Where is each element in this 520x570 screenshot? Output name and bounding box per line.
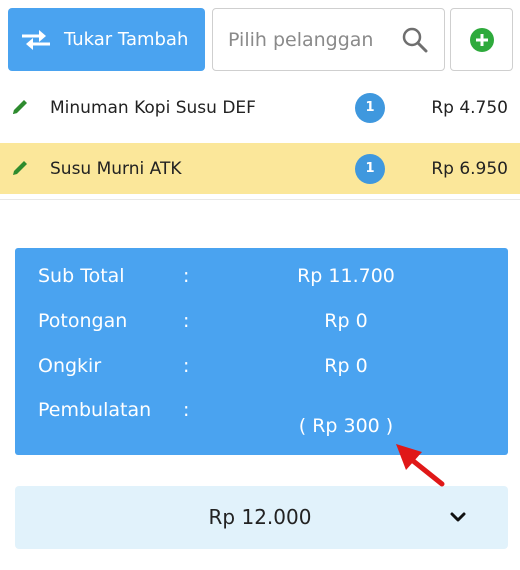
- colon: :: [183, 399, 190, 421]
- customer-search-input[interactable]: [228, 28, 400, 51]
- trade-in-label: Tukar Tambah: [64, 29, 189, 50]
- grand-total-dropdown[interactable]: Rp 12.000: [15, 486, 508, 549]
- subtotal-value: Rp 11.700: [297, 265, 395, 287]
- item-name: Minuman Kopi Susu DEF: [50, 97, 256, 118]
- chevron-down-icon[interactable]: [449, 508, 467, 526]
- annotation-arrow: [396, 444, 445, 487]
- grand-total-amount: Rp 12.000: [208, 505, 312, 529]
- top-toolbar: Tukar Tambah: [0, 0, 520, 80]
- item-price: Rp 6.950: [431, 158, 508, 179]
- pencil-icon[interactable]: [10, 158, 30, 178]
- divider: [0, 199, 520, 200]
- customer-search[interactable]: [212, 8, 445, 71]
- colon: :: [183, 355, 190, 377]
- subtotal-label: Sub Total: [38, 265, 125, 287]
- summary-panel: Sub Total : Rp 11.700 Potongan : Rp 0 On…: [15, 248, 508, 455]
- quantity-badge: 1: [355, 92, 385, 123]
- cart-item-selected[interactable]: Susu Murni ATK 1 Rp 6.950: [0, 143, 520, 194]
- item-price: Rp 4.750: [431, 97, 508, 118]
- search-icon[interactable]: [402, 27, 428, 53]
- discount-value: Rp 0: [324, 310, 368, 332]
- shipping-value: Rp 0: [324, 355, 368, 377]
- trade-in-button[interactable]: Tukar Tambah: [8, 8, 205, 71]
- pencil-icon[interactable]: [10, 97, 30, 117]
- colon: :: [183, 265, 190, 287]
- quantity-badge: 1: [355, 153, 385, 184]
- rounding-label: Pembulatan: [38, 399, 152, 421]
- swap-arrows-icon: [22, 29, 50, 50]
- cart-item[interactable]: Minuman Kopi Susu DEF 1 Rp 4.750: [0, 82, 520, 133]
- colon: :: [183, 310, 190, 332]
- rounding-value: ( Rp 300 ): [298, 415, 394, 437]
- plus-circle-icon: [469, 27, 494, 52]
- item-name: Susu Murni ATK: [50, 158, 182, 179]
- discount-label: Potongan: [38, 310, 128, 332]
- shipping-label: Ongkir: [38, 355, 102, 377]
- add-customer-button[interactable]: [450, 8, 513, 71]
